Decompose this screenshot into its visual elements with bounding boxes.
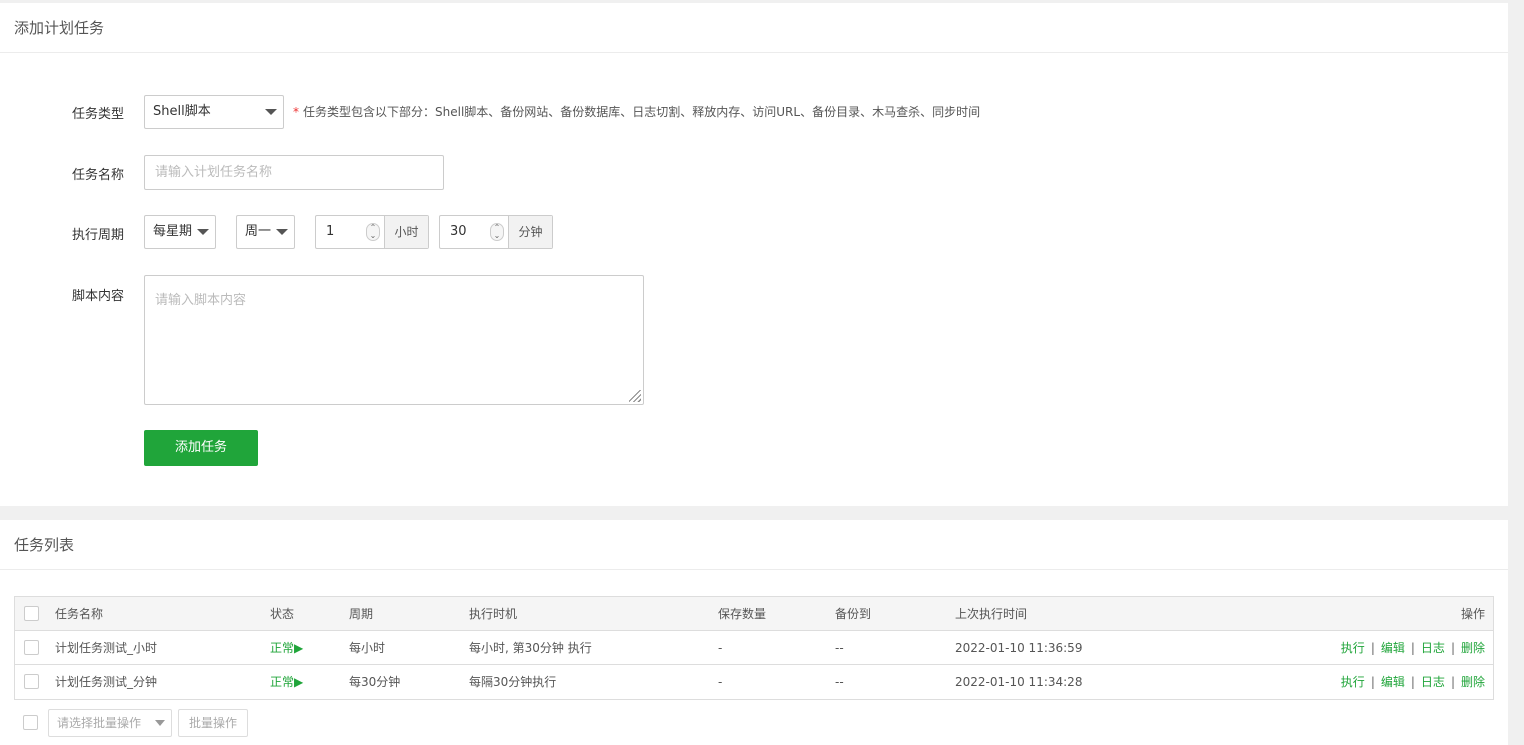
col-ops: 操作 (1460, 607, 1485, 621)
delete-link[interactable]: 删除 (1461, 675, 1485, 689)
batch-action-placeholder: 请选择批量操作 (57, 716, 142, 730)
script-textarea[interactable]: 请输入脚本内容 (144, 275, 644, 405)
task-name-placeholder: 请输入计划任务名称 (155, 165, 273, 180)
weekday-select[interactable]: 周一 (236, 215, 295, 249)
task-last-run: 2022-01-10 11:34:28 (955, 675, 1083, 689)
script-label: 脚本内容 (72, 289, 125, 304)
script-placeholder: 请输入脚本内容 (155, 293, 247, 308)
chevron-down-icon (265, 109, 277, 115)
task-keep: - (718, 641, 723, 655)
select-all-checkbox[interactable] (24, 606, 39, 621)
period-type-select[interactable]: 每星期 (144, 215, 216, 249)
chevron-down-icon (197, 229, 209, 235)
task-keep: - (718, 675, 723, 689)
task-type-value: Shell脚本 (153, 104, 211, 119)
col-last-run: 上次执行时间 (955, 607, 1028, 621)
period-label: 执行周期 (72, 228, 125, 243)
task-type-hint: * 任务类型包含以下部分：Shell脚本、备份网站、备份数据库、日志切割、释放内存… (293, 103, 980, 120)
task-timing: 每隔30分钟执行 (469, 675, 557, 689)
row-actions: 执行 | 编辑 | 日志 | 删除 (1341, 665, 1485, 699)
task-timing: 每小时, 第30分钟 执行 (469, 641, 592, 655)
col-name: 任务名称 (55, 607, 104, 621)
minute-stepper[interactable]: 30 ⌃ ⌄ 分钟 (439, 215, 553, 249)
status-toggle[interactable]: 正常▶ (270, 665, 303, 699)
stepper-arrows-icon[interactable]: ⌃ ⌄ (490, 223, 504, 241)
batch-action-button[interactable]: 批量操作 (178, 709, 248, 737)
task-table: 任务名称 状态 周期 执行时机 保存数量 备份到 上次执行时间 操作 计划任务测… (14, 596, 1494, 700)
task-name-input[interactable]: 请输入计划任务名称 (144, 155, 444, 190)
separator: | (1450, 641, 1455, 655)
separator: | (1450, 675, 1455, 689)
hour-unit: 小时 (384, 216, 428, 248)
edit-link[interactable]: 编辑 (1381, 675, 1405, 689)
log-link[interactable]: 日志 (1421, 641, 1445, 655)
run-link[interactable]: 执行 (1341, 641, 1365, 655)
separator: | (1410, 641, 1415, 655)
period-type-value: 每星期 (153, 224, 193, 239)
task-backup-to: -- (835, 675, 844, 689)
status-toggle[interactable]: 正常▶ (270, 631, 303, 665)
task-type-hint-text: 任务类型包含以下部分：Shell脚本、备份网站、备份数据库、日志切割、释放内存、… (303, 105, 981, 119)
separator: | (1370, 675, 1375, 689)
task-period: 每30分钟 (349, 675, 401, 689)
col-keep: 保存数量 (718, 607, 767, 621)
row-actions: 执行 | 编辑 | 日志 | 删除 (1341, 631, 1485, 665)
minute-unit: 分钟 (508, 216, 552, 248)
task-name: 计划任务测试_小时 (55, 641, 158, 655)
col-backup-to: 备份到 (835, 607, 872, 621)
add-task-button[interactable]: 添加任务 (144, 430, 258, 466)
table-row: 计划任务测试_小时 正常▶ 每小时 每小时, 第30分钟 执行 - -- 202… (15, 631, 1493, 665)
row-checkbox[interactable] (24, 674, 39, 689)
batch-action-select[interactable]: 请选择批量操作 (48, 709, 172, 737)
chevron-down-icon (276, 229, 288, 235)
col-status: 状态 (270, 607, 295, 621)
task-name: 计划任务测试_分钟 (55, 675, 158, 689)
table-header: 任务名称 状态 周期 执行时机 保存数量 备份到 上次执行时间 操作 (15, 597, 1493, 631)
task-name-label: 任务名称 (72, 168, 125, 183)
task-period: 每小时 (349, 641, 386, 655)
task-type-label: 任务类型 (72, 107, 125, 122)
separator: | (1370, 641, 1375, 655)
add-task-title: 添加计划任务 (0, 3, 1508, 53)
minute-value: 30 (450, 224, 467, 239)
table-row: 计划任务测试_分钟 正常▶ 每30分钟 每隔30分钟执行 - -- 2022-0… (15, 665, 1493, 699)
batch-checkbox[interactable] (23, 715, 38, 730)
hour-stepper[interactable]: 1 ⌃ ⌄ 小时 (315, 215, 429, 249)
stepper-arrows-icon[interactable]: ⌃ ⌄ (366, 223, 380, 241)
col-period: 周期 (349, 607, 374, 621)
task-type-select[interactable]: Shell脚本 (144, 95, 284, 129)
task-list-title: 任务列表 (0, 520, 1508, 570)
col-timing: 执行时机 (469, 607, 518, 621)
weekday-value: 周一 (245, 224, 272, 239)
task-backup-to: -- (835, 641, 844, 655)
add-task-panel: 添加计划任务 任务类型 Shell脚本 * 任务类型包含以下部分：Shell脚本、… (0, 3, 1508, 506)
edit-link[interactable]: 编辑 (1381, 641, 1405, 655)
row-checkbox[interactable] (24, 640, 39, 655)
delete-link[interactable]: 删除 (1461, 641, 1485, 655)
resize-handle-icon[interactable] (629, 390, 641, 402)
required-marker: * (293, 105, 299, 119)
separator: | (1410, 675, 1415, 689)
log-link[interactable]: 日志 (1421, 675, 1445, 689)
task-last-run: 2022-01-10 11:36:59 (955, 641, 1083, 655)
chevron-down-icon (155, 720, 165, 726)
task-list-panel: 任务列表 任务名称 状态 周期 执行时机 保存数量 备份到 上次执行时间 操作 … (0, 520, 1508, 745)
run-link[interactable]: 执行 (1341, 675, 1365, 689)
hour-value: 1 (326, 224, 335, 239)
